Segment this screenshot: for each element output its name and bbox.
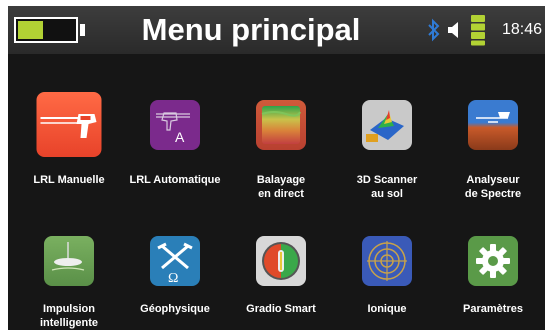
geophysics-icon: Ω xyxy=(150,236,200,286)
page-title: Menu principal xyxy=(141,12,361,47)
menu-item-label: Paramètres xyxy=(463,303,523,315)
settings-icon xyxy=(468,236,518,286)
menu-item-ground-scanner-3d[interactable]: 3D Scanner au sol xyxy=(333,92,441,202)
battery-icon xyxy=(14,17,78,43)
ionic-icon xyxy=(362,236,412,286)
bluetooth-icon xyxy=(428,18,440,42)
menu-item-label: LRL Automatique xyxy=(129,174,221,186)
menu-item-label: LRL Manuelle xyxy=(33,174,105,186)
menu-item-label: Géophysique xyxy=(140,303,210,315)
menu-item-geophysics[interactable]: Ω Géophysique xyxy=(121,236,229,330)
top-bar: Menu principal 18:46 xyxy=(8,6,545,54)
screen: Menu principal 18:46 LRL Manuelle A LRL … xyxy=(8,6,545,330)
menu-item-label-line1: Balayage en direct xyxy=(256,174,306,200)
speaker-icon xyxy=(448,22,458,38)
menu-item-live-scan[interactable]: Balayage en direct xyxy=(227,92,335,202)
menu-item-label: Impulsion intelligente xyxy=(39,303,99,329)
menu-item-gradio-smart[interactable]: Gradio Smart xyxy=(227,236,335,330)
lrl-automatic-icon: A xyxy=(150,100,200,150)
clock: 18:46 xyxy=(502,21,543,38)
menu-item-lrl-automatic[interactable]: A LRL Automatique xyxy=(121,92,229,202)
menu-item-label: Analyseur de Spectre xyxy=(464,174,522,200)
signal-icon xyxy=(471,15,485,46)
ground-scanner-3d-icon xyxy=(362,100,412,150)
smart-pulse-icon xyxy=(44,236,94,286)
menu-item-settings[interactable]: Paramètres xyxy=(439,236,545,330)
menu-item-label: Ionique xyxy=(367,303,407,315)
battery-tip xyxy=(80,24,85,36)
spectrum-analyzer-icon xyxy=(468,100,518,150)
menu-item-smart-pulse[interactable]: Impulsion intelligente xyxy=(15,236,123,330)
svg-text:A: A xyxy=(175,129,185,145)
menu-item-label: 3D Scanner au sol xyxy=(356,174,418,200)
menu-item-ionic[interactable]: Ionique xyxy=(333,236,441,330)
menu-item-label: Gradio Smart xyxy=(246,303,316,315)
menu-item-lrl-manual[interactable]: LRL Manuelle xyxy=(15,92,123,202)
svg-text:Ω: Ω xyxy=(168,271,178,286)
gradio-smart-icon xyxy=(256,236,306,286)
live-scan-icon xyxy=(256,100,306,150)
lrl-manual-icon xyxy=(36,92,102,157)
battery-level xyxy=(18,21,43,39)
menu-item-spectrum-analyzer[interactable]: Analyseur de Spectre xyxy=(439,92,545,202)
